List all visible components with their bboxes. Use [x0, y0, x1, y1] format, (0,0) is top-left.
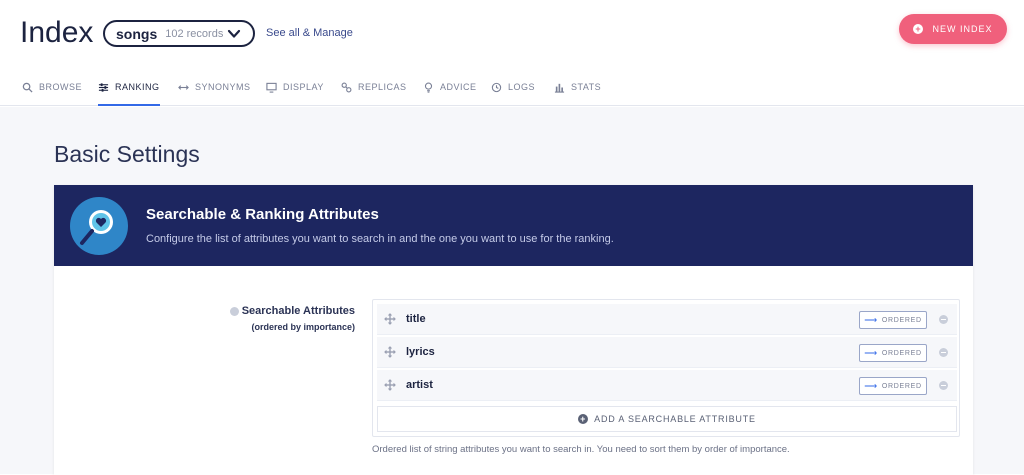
lightbulb-icon	[424, 82, 433, 93]
tab-replicas-label: REPLICAS	[358, 82, 407, 92]
arrow-right-icon: ⟶	[864, 380, 878, 391]
top-header: Index songs 102 records See all & Manage…	[0, 0, 1024, 72]
searchable-attributes-list: title ⟶ ORDERED lyrics ⟶ ORDERED artist …	[372, 299, 960, 437]
plus-icon: +	[578, 414, 589, 424]
attribute-row[interactable]: lyrics ⟶ ORDERED	[377, 337, 957, 368]
main-content: Basic Settings Searchable & Ranking Attr…	[0, 107, 1024, 475]
link-icon	[341, 82, 352, 93]
plus-icon: +	[913, 24, 924, 34]
tab-replicas[interactable]: REPLICAS	[341, 82, 407, 106]
searchable-ranking-card: Searchable & Ranking Attributes Configur…	[54, 185, 973, 475]
tab-stats[interactable]: STATS	[554, 82, 601, 106]
drag-handle-icon[interactable]	[384, 313, 396, 325]
attribute-name: lyrics	[406, 346, 435, 358]
tab-advice[interactable]: ADVICE	[423, 82, 477, 106]
attribute-name: artist	[406, 379, 433, 391]
tab-advice-label: ADVICE	[440, 82, 477, 92]
new-index-label: NEW INDEX	[932, 24, 993, 34]
sliders-icon	[98, 83, 109, 92]
ordered-label: ORDERED	[881, 382, 922, 390]
banner-title: Searchable & Ranking Attributes	[146, 206, 379, 223]
new-index-button[interactable]: + NEW INDEX	[899, 14, 1007, 44]
searchable-attributes-help: Ordered list of string attributes you wa…	[372, 444, 790, 455]
drag-handle-icon[interactable]	[384, 346, 396, 358]
index-tabs: BROWSE RANKING SYNONYMS DISPLAY REPLICAS…	[0, 72, 1024, 106]
tab-logs[interactable]: LOGS	[491, 82, 535, 106]
ordered-toggle-button[interactable]: ⟶ ORDERED	[859, 377, 927, 395]
magnifier-heart-icon	[70, 197, 128, 255]
tab-logs-label: LOGS	[508, 82, 536, 92]
searchable-attributes-sublabel: (ordered by importance)	[251, 322, 355, 332]
arrow-right-icon: ⟶	[864, 347, 878, 358]
attribute-row[interactable]: title ⟶ ORDERED	[377, 304, 957, 335]
remove-icon[interactable]	[939, 315, 948, 324]
tab-stats-label: STATS	[571, 82, 602, 92]
drag-handle-icon[interactable]	[384, 379, 396, 391]
clock-icon	[491, 82, 502, 93]
bar-chart-icon	[554, 83, 565, 93]
attribute-name: title	[406, 313, 426, 325]
index-name: songs	[116, 25, 158, 42]
chevron-down-icon	[227, 29, 241, 38]
tab-ranking-label: RANKING	[115, 82, 160, 92]
monitor-icon	[266, 82, 277, 93]
add-searchable-attribute-label: ADD A SEARCHABLE ATTRIBUTE	[594, 414, 756, 424]
ordered-label: ORDERED	[881, 316, 922, 324]
section-title: Basic Settings	[54, 141, 200, 167]
searchable-attributes-label: Searchable Attributes	[241, 305, 355, 317]
tab-browse[interactable]: BROWSE	[22, 82, 82, 106]
index-record-count: 102 records	[165, 27, 224, 40]
search-icon	[22, 82, 33, 93]
see-all-manage-link[interactable]: See all & Manage	[266, 27, 353, 39]
tab-display-label: DISPLAY	[283, 82, 324, 92]
tab-synonyms-label: SYNONYMS	[195, 82, 251, 92]
page-title: Index	[20, 16, 94, 49]
tab-synonyms[interactable]: SYNONYMS	[178, 82, 251, 106]
attribute-row[interactable]: artist ⟶ ORDERED	[377, 370, 957, 401]
remove-icon[interactable]	[939, 381, 948, 390]
tab-ranking[interactable]: RANKING	[98, 82, 160, 106]
tab-browse-label: BROWSE	[39, 82, 83, 92]
arrows-horizontal-icon	[178, 85, 189, 90]
ordered-toggle-button[interactable]: ⟶ ORDERED	[859, 311, 927, 329]
arrow-right-icon: ⟶	[864, 314, 878, 325]
help-icon[interactable]	[230, 307, 239, 316]
ordered-toggle-button[interactable]: ⟶ ORDERED	[859, 344, 927, 362]
tab-display[interactable]: DISPLAY	[266, 82, 324, 106]
banner-description: Configure the list of attributes you wan…	[146, 233, 614, 245]
ordered-label: ORDERED	[881, 349, 922, 357]
remove-icon[interactable]	[939, 348, 948, 357]
add-searchable-attribute-button[interactable]: + ADD A SEARCHABLE ATTRIBUTE	[377, 406, 957, 432]
index-selector[interactable]: songs 102 records	[103, 20, 255, 47]
card-banner: Searchable & Ranking Attributes Configur…	[54, 185, 973, 266]
